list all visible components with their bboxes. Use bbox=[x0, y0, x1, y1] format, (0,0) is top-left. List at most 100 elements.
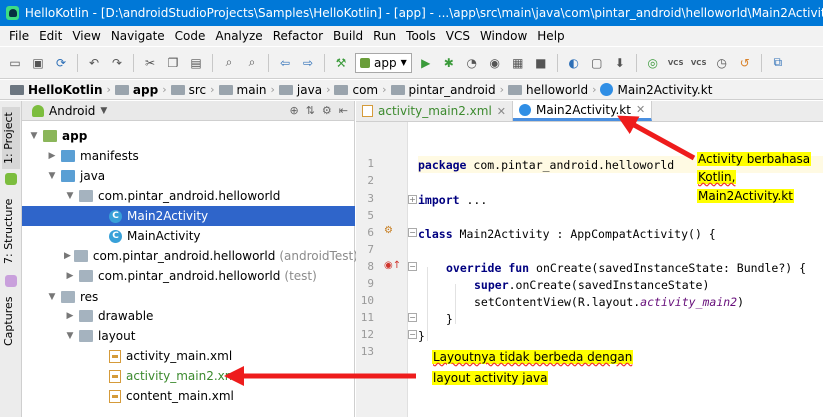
breadcrumb-item[interactable]: helloworld bbox=[508, 83, 588, 97]
chevron-right-icon[interactable]: ▶ bbox=[64, 311, 76, 321]
breadcrumb-item[interactable]: main bbox=[218, 83, 267, 97]
close-icon[interactable]: ✕ bbox=[636, 103, 645, 116]
paste-icon[interactable]: ▤ bbox=[187, 54, 205, 72]
tree-item-activity-main2-xml[interactable]: activity_main2.xml bbox=[22, 366, 355, 386]
menu-code[interactable]: Code bbox=[170, 29, 211, 43]
gradle-sync-icon[interactable]: ◐ bbox=[565, 54, 583, 72]
gear-icon[interactable]: ⚙ bbox=[322, 104, 332, 117]
undo-icon[interactable]: ↶ bbox=[85, 54, 103, 72]
tab-main2activity-kt[interactable]: Main2Activity.kt ✕ bbox=[513, 101, 653, 121]
tree-item-package-test[interactable]: ▶ com.pintar_android.helloworld (test) bbox=[22, 266, 355, 286]
breadcrumb-item[interactable]: pintar_android bbox=[390, 83, 496, 97]
sync-icon[interactable]: ⟳ bbox=[52, 54, 70, 72]
tab-captures[interactable]: Captures bbox=[2, 289, 20, 353]
avd-manager-icon[interactable]: ▢ bbox=[588, 54, 606, 72]
menu-file[interactable]: File bbox=[4, 29, 34, 43]
menu-tools[interactable]: Tools bbox=[401, 29, 441, 43]
hide-icon[interactable]: ⇤ bbox=[339, 104, 348, 117]
fold-function-icon[interactable]: − bbox=[408, 262, 417, 271]
menu-help[interactable]: Help bbox=[532, 29, 569, 43]
line-number: 2 bbox=[367, 174, 374, 187]
build-hammer-icon[interactable]: ⚒ bbox=[332, 54, 350, 72]
menu-analyze[interactable]: Analyze bbox=[210, 29, 267, 43]
coverage-icon[interactable]: ▦ bbox=[509, 54, 527, 72]
tree-item-res[interactable]: ▼ res bbox=[22, 287, 355, 307]
replace-icon[interactable]: ⌕ bbox=[243, 54, 261, 72]
breadcrumb-item[interactable]: com bbox=[334, 83, 378, 97]
breadcrumb-item[interactable]: app bbox=[114, 83, 158, 97]
target-icon[interactable]: ⊕ bbox=[289, 104, 298, 117]
copy-icon[interactable]: ❐ bbox=[164, 54, 182, 72]
chevron-right-icon[interactable]: ▶ bbox=[46, 151, 58, 161]
project-view-mode[interactable]: Android bbox=[49, 104, 95, 118]
tree-item-manifests[interactable]: ▶ manifests bbox=[22, 146, 355, 166]
menu-window[interactable]: Window bbox=[475, 29, 532, 43]
attach-debugger-icon[interactable]: ◉ bbox=[486, 54, 504, 72]
menu-build[interactable]: Build bbox=[328, 29, 368, 43]
menu-vcs[interactable]: VCS bbox=[441, 29, 475, 43]
close-icon[interactable]: ✕ bbox=[497, 105, 506, 118]
fold-class-end-icon[interactable]: − bbox=[408, 330, 417, 339]
tree-item-java[interactable]: ▼ java bbox=[22, 166, 355, 186]
toolbar-divider bbox=[133, 53, 134, 72]
run-icon[interactable]: ▶ bbox=[417, 54, 435, 72]
history-icon[interactable]: ◷ bbox=[713, 54, 731, 72]
cut-icon[interactable]: ✂ bbox=[141, 54, 159, 72]
collapse-all-icon[interactable]: ⇅ bbox=[306, 104, 315, 117]
chevron-down-icon[interactable]: ▼ bbox=[100, 106, 107, 116]
tab-activity-main2-xml[interactable]: activity_main2.xml ✕ bbox=[356, 101, 514, 121]
breadcrumb-item[interactable]: java bbox=[278, 83, 322, 97]
project-panel-header: Android ▼ ⊕ ⇅ ⚙ ⇤ bbox=[22, 101, 354, 121]
stop-icon[interactable]: ■ bbox=[532, 54, 550, 72]
tree-item-main2activity[interactable]: C Main2Activity bbox=[22, 206, 355, 226]
tree-item-package-androidtest[interactable]: ▶ com.pintar_android.helloworld (androidT… bbox=[22, 246, 358, 266]
tree-item-layout[interactable]: ▼ layout bbox=[22, 326, 355, 346]
tab-structure[interactable]: 7: Structure bbox=[2, 191, 20, 271]
class-gutter-icon[interactable]: ⚙ bbox=[384, 225, 393, 236]
redo-icon[interactable]: ↷ bbox=[108, 54, 126, 72]
device-monitor-icon[interactable]: ◎ bbox=[644, 54, 662, 72]
fold-import-icon[interactable]: + bbox=[408, 195, 417, 204]
tree-item-drawable[interactable]: ▶ drawable bbox=[22, 306, 355, 326]
open-folder-icon[interactable]: ▭ bbox=[6, 54, 24, 72]
menu-edit[interactable]: Edit bbox=[34, 29, 67, 43]
sdk-manager-icon[interactable]: ⬇ bbox=[611, 54, 629, 72]
fold-class-icon[interactable]: − bbox=[408, 228, 417, 237]
chevron-down-icon[interactable]: ▼ bbox=[28, 131, 40, 141]
chevron-right-icon: › bbox=[106, 83, 111, 96]
chevron-down-icon[interactable]: ▼ bbox=[46, 171, 58, 181]
chevron-down-icon[interactable]: ▼ bbox=[64, 191, 76, 201]
tree-item-package-main[interactable]: ▼ com.pintar_android.helloworld bbox=[22, 186, 355, 206]
save-icon[interactable]: ▣ bbox=[29, 54, 47, 72]
back-icon[interactable]: ⇦ bbox=[276, 54, 294, 72]
tree-item-content-main-xml[interactable]: content_main.xml bbox=[22, 386, 355, 406]
menu-view[interactable]: View bbox=[67, 29, 105, 43]
menu-navigate[interactable]: Navigate bbox=[106, 29, 170, 43]
layout-inspector-icon[interactable]: ⧉ bbox=[769, 54, 787, 72]
override-gutter-icon[interactable]: ◉↑ bbox=[384, 260, 401, 271]
find-icon[interactable]: ⌕ bbox=[220, 54, 238, 72]
chevron-right-icon[interactable]: ▶ bbox=[64, 271, 76, 281]
menu-refactor[interactable]: Refactor bbox=[268, 29, 328, 43]
debug-icon[interactable]: ✱ bbox=[440, 54, 458, 72]
folder-icon bbox=[508, 84, 523, 95]
breadcrumb-item[interactable]: src bbox=[170, 83, 206, 97]
menu-run[interactable]: Run bbox=[368, 29, 401, 43]
breadcrumb-item[interactable]: Main2Activity.kt bbox=[600, 83, 712, 97]
profile-icon[interactable]: ◔ bbox=[463, 54, 481, 72]
run-configuration-select[interactable]: app ▼ bbox=[355, 52, 412, 73]
fold-function-end-icon[interactable]: − bbox=[408, 313, 417, 322]
chevron-down-icon[interactable]: ▼ bbox=[46, 292, 58, 302]
vcs-commit-icon[interactable]: VCS bbox=[690, 54, 708, 72]
tree-item-activity-main-xml[interactable]: activity_main.xml bbox=[22, 346, 355, 366]
breadcrumb-item[interactable]: HelloKotlin bbox=[10, 83, 103, 97]
forward-icon[interactable]: ⇨ bbox=[299, 54, 317, 72]
tree-item-app[interactable]: ▼ app bbox=[22, 126, 355, 146]
chevron-down-icon[interactable]: ▼ bbox=[64, 331, 76, 341]
revert-icon[interactable]: ↺ bbox=[736, 54, 754, 72]
vcs-update-icon[interactable]: VCS bbox=[667, 54, 685, 72]
tree-item-mainactivity[interactable]: C MainActivity bbox=[22, 226, 355, 246]
tab-project[interactable]: 1: Project bbox=[2, 107, 20, 169]
code-line: class Main2Activity : AppCompatActivity(… bbox=[418, 226, 716, 241]
chevron-right-icon[interactable]: ▶ bbox=[64, 251, 71, 261]
